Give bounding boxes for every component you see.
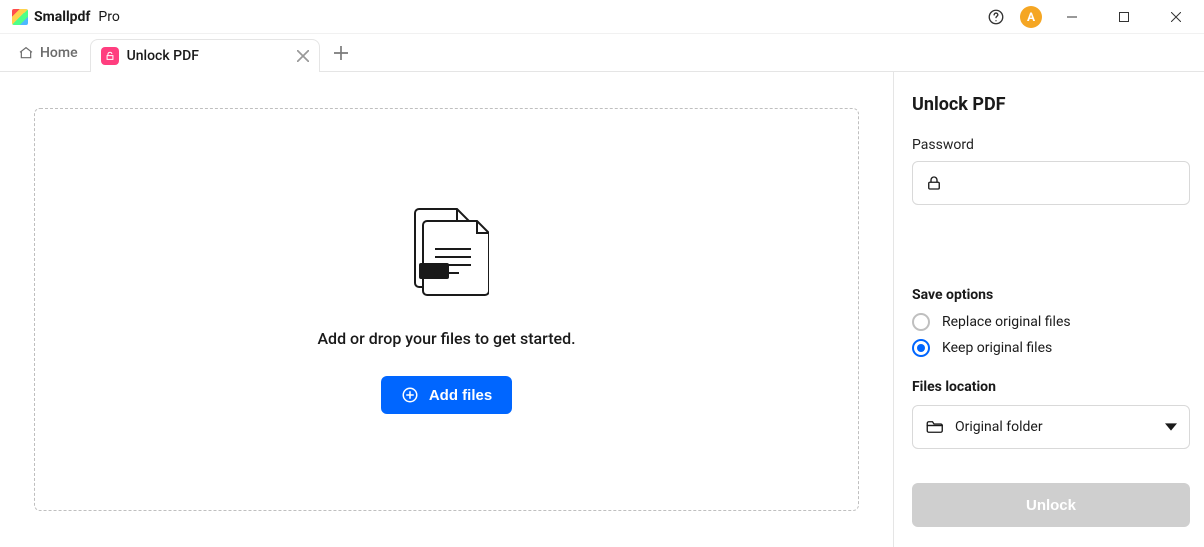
tab-close-button[interactable] xyxy=(297,50,309,62)
brand-name: Smallpdf xyxy=(34,9,90,25)
unlock-tool-icon xyxy=(101,47,119,65)
tab-unlock-pdf[interactable]: Unlock PDF xyxy=(90,39,320,72)
workspace: PDF Add or drop your files to get starte… xyxy=(0,72,1204,547)
titlebar: Smallpdf Pro A xyxy=(0,0,1204,34)
dropzone[interactable]: PDF Add or drop your files to get starte… xyxy=(34,108,859,511)
avatar-initial: A xyxy=(1027,10,1035,24)
chevron-down-icon xyxy=(1165,421,1177,433)
save-options-title: Save options xyxy=(912,287,1190,303)
option-keep-row[interactable]: Keep original files xyxy=(912,339,1190,357)
tab-label: Unlock PDF xyxy=(127,48,199,64)
option-replace-label: Replace original files xyxy=(942,314,1071,330)
minimize-icon xyxy=(1067,12,1077,22)
option-keep-label: Keep original files xyxy=(942,340,1052,356)
close-icon xyxy=(297,50,309,62)
close-icon xyxy=(1171,12,1181,22)
titlebar-right: A xyxy=(980,1,1198,33)
new-tab-button[interactable] xyxy=(334,46,348,60)
home-label: Home xyxy=(40,45,78,61)
brand-suffix: Pro xyxy=(98,9,119,25)
tabbar: Home Unlock PDF xyxy=(0,34,1204,72)
files-location-value: Original folder xyxy=(955,419,1043,435)
brand-logo-icon xyxy=(12,9,28,25)
dropzone-prompt: Add or drop your files to get started. xyxy=(317,329,575,348)
sidebar: Unlock PDF Password Save options Replace… xyxy=(894,72,1204,547)
home-icon xyxy=(18,45,34,61)
svg-text:PDF: PDF xyxy=(424,267,444,278)
files-location-select[interactable]: Original folder xyxy=(912,405,1190,449)
window-minimize-button[interactable] xyxy=(1050,2,1094,32)
window-maximize-button[interactable] xyxy=(1102,2,1146,32)
sidebar-title: Unlock PDF xyxy=(912,94,1190,115)
option-replace-row[interactable]: Replace original files xyxy=(912,313,1190,331)
plus-circle-icon xyxy=(401,386,419,404)
lock-icon xyxy=(925,174,943,192)
radio-unchecked-icon xyxy=(912,313,930,331)
brand: Smallpdf Pro xyxy=(12,9,120,25)
add-files-button[interactable]: Add files xyxy=(381,376,512,414)
main-area: PDF Add or drop your files to get starte… xyxy=(0,72,894,547)
password-field-wrap xyxy=(912,161,1190,205)
unlock-button-label: Unlock xyxy=(1026,497,1076,514)
help-button[interactable] xyxy=(980,1,1012,33)
home-link[interactable]: Home xyxy=(10,39,86,67)
folder-icon xyxy=(925,418,943,436)
password-label: Password xyxy=(912,137,1190,153)
pdf-files-icon: PDF xyxy=(405,205,489,305)
help-icon xyxy=(987,8,1005,26)
window-close-button[interactable] xyxy=(1154,2,1198,32)
add-files-label: Add files xyxy=(429,387,492,404)
avatar[interactable]: A xyxy=(1020,6,1042,28)
plus-icon xyxy=(334,46,348,60)
unlock-button[interactable]: Unlock xyxy=(912,483,1190,527)
password-input[interactable] xyxy=(953,174,1177,192)
maximize-icon xyxy=(1119,12,1129,22)
radio-checked-icon xyxy=(912,339,930,357)
files-location-title: Files location xyxy=(912,379,1190,395)
